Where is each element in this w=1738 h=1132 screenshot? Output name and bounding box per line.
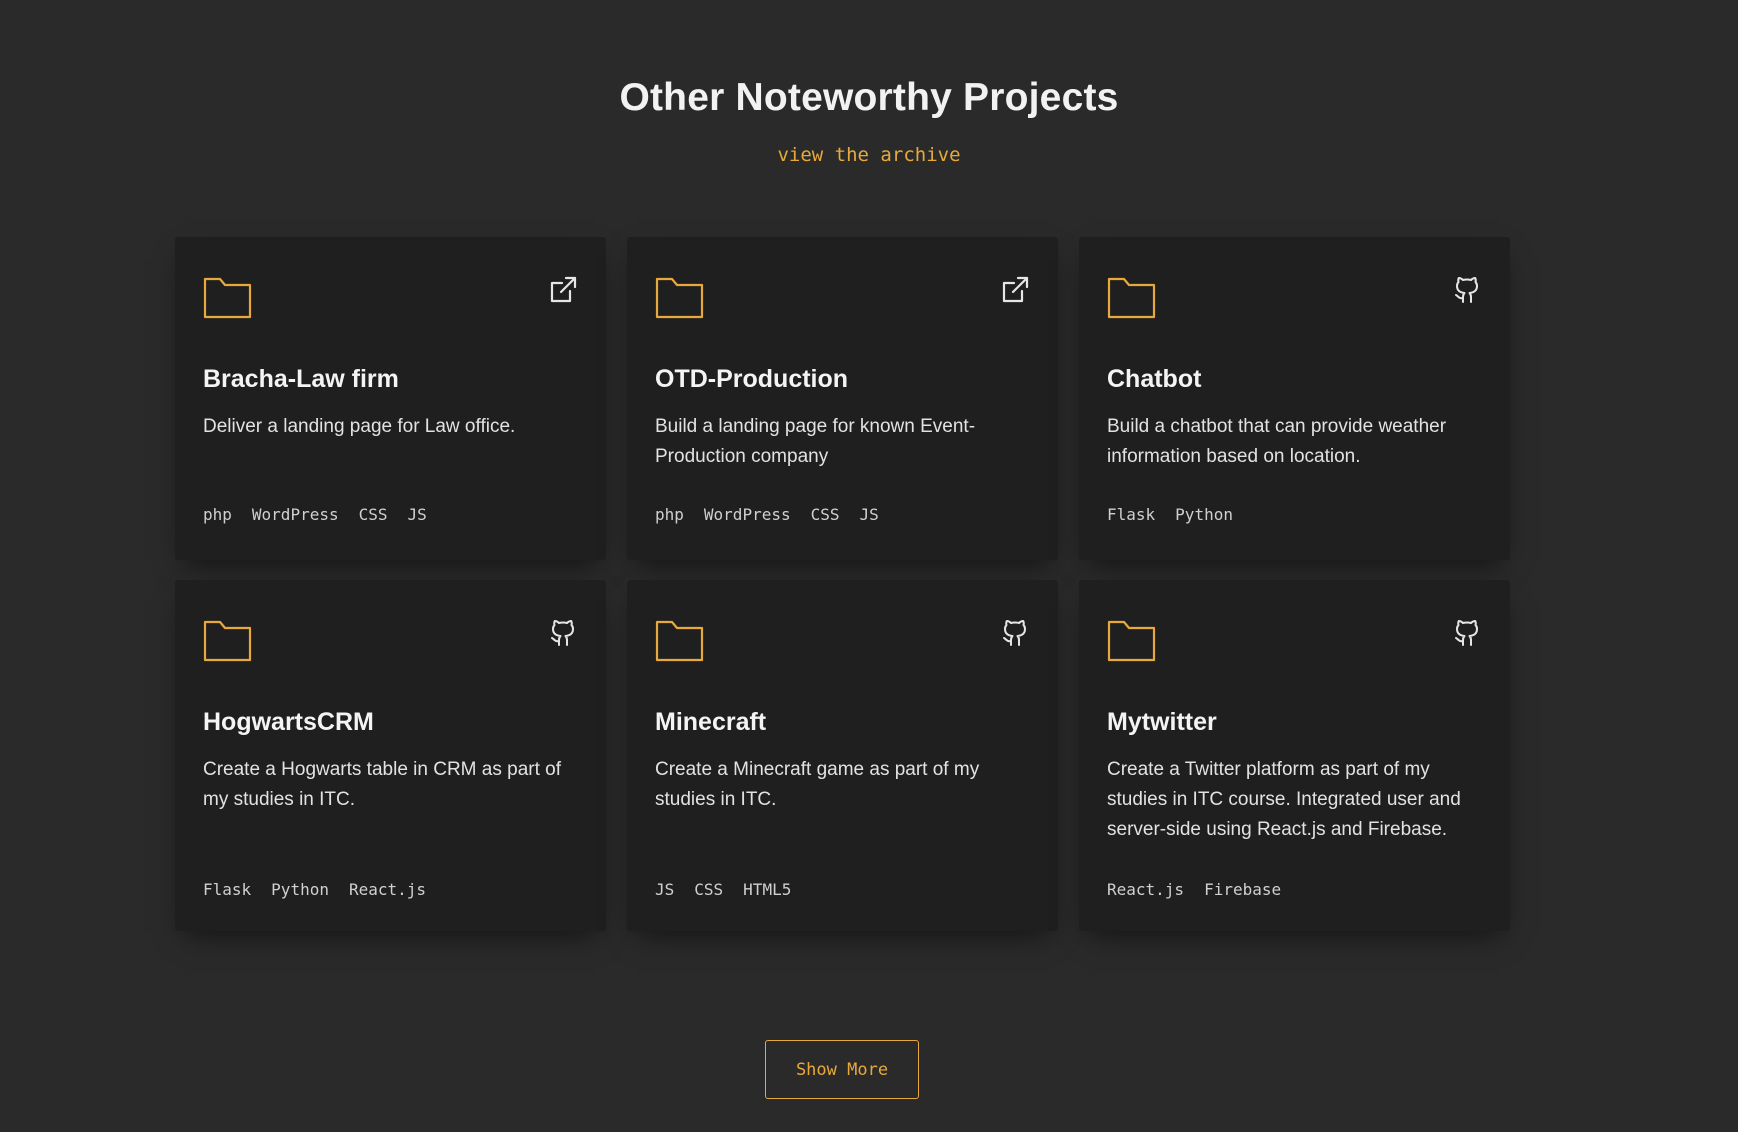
card-header [1107,618,1482,668]
tech-tag: CSS [694,880,724,899]
card-header [203,618,578,668]
tech-tag: Firebase [1204,880,1282,899]
project-title: HogwartsCRM [203,708,374,736]
project-card-hogwartscrm[interactable]: HogwartsCRM Create a Hogwarts table in C… [175,580,606,931]
folder-icon [1107,620,1156,662]
project-description: Build a chatbot that can provide weather… [1107,416,1447,467]
project-title: Minecraft [655,708,767,736]
tech-tag: JS [407,505,427,524]
folder-icon [1107,277,1156,319]
tech-tags: Flask Python [1107,505,1482,524]
tech-tags: php WordPress CSS JS [203,505,578,524]
project-card-mytwitter[interactable]: Mytwitter Create a Twitter platform as p… [1079,580,1510,931]
tech-tags: Flask Python React.js [203,880,578,899]
project-description: Create a Hogwarts table in CRM as part o… [203,759,561,810]
project-description: Create a Twitter platform as part of my … [1107,759,1461,840]
project-title: Mytwitter [1107,708,1217,736]
tech-tag: php [203,505,232,524]
card-header [1107,275,1482,325]
folder-icon [203,620,252,662]
tech-tags: JS CSS HTML5 [655,880,1030,899]
external-link-icon[interactable] [1000,275,1030,305]
tech-tag: Flask [203,880,252,899]
project-description: Deliver a landing page for Law office. [203,416,516,437]
tech-tag: WordPress [703,505,791,524]
github-icon[interactable] [1452,618,1482,648]
github-icon[interactable] [1452,275,1482,305]
project-title: Chatbot [1107,365,1202,393]
project-title: Bracha-Law firm [203,365,399,393]
tech-tag: Python [271,880,329,899]
tech-tags: React.js Firebase [1107,880,1482,899]
tech-tag: php [655,505,684,524]
card-header [655,618,1030,668]
tech-tags: php WordPress CSS JS [655,505,1030,524]
project-card-otd-production[interactable]: OTD-Production Build a landing page for … [627,237,1058,560]
external-link-icon[interactable] [548,275,578,305]
projects-section: Other Noteworthy Projects view the archi… [0,0,1738,1132]
folder-icon [655,277,704,319]
tech-tag: HTML5 [743,880,792,899]
tech-tag: CSS [358,505,388,524]
project-card-chatbot[interactable]: Chatbot Build a chatbot that can provide… [1079,237,1510,560]
card-header [655,275,1030,325]
project-card-minecraft[interactable]: Minecraft Create a Minecraft game as par… [627,580,1058,931]
project-description: Build a landing page for known Event-Pro… [655,416,976,467]
tech-tag: CSS [810,505,840,524]
folder-icon [655,620,704,662]
card-header [203,275,578,325]
folder-icon [203,277,252,319]
tech-tag: Flask [1107,505,1156,524]
project-card-bracha-law[interactable]: Bracha-Law firm Deliver a landing page f… [175,237,606,560]
tech-tag: React.js [348,880,427,899]
tech-tag: WordPress [251,505,339,524]
project-description: Create a Minecraft game as part of my st… [655,759,980,810]
view-archive-link[interactable]: view the archive [0,144,1738,166]
section-title: Other Noteworthy Projects [619,76,1119,119]
projects-grid: Bracha-Law firm Deliver a landing page f… [175,237,1510,931]
show-more-button[interactable]: Show More [765,1040,919,1099]
tech-tag: JS [655,880,675,899]
tech-tag: React.js [1107,880,1185,899]
github-icon[interactable] [1000,618,1030,648]
tech-tag: Python [1175,505,1233,524]
project-title: OTD-Production [655,365,849,393]
tech-tag: JS [859,505,879,524]
github-icon[interactable] [548,618,578,648]
